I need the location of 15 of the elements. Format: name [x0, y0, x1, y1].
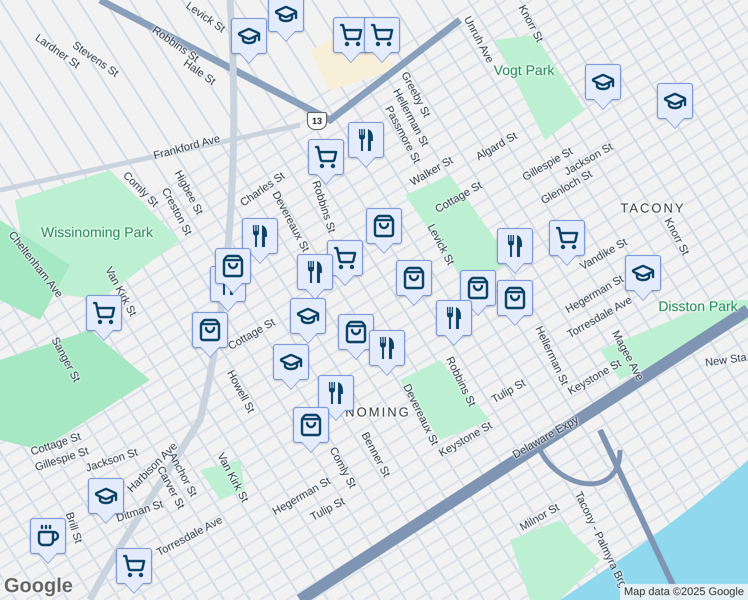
street-label: Knorr St: [516, 4, 544, 44]
street-label: Van Kirk St: [214, 451, 250, 505]
street-label: New Sta: [704, 352, 748, 370]
street-label: Unruh Ave: [461, 14, 495, 66]
park-label: Vogt Park: [494, 63, 554, 77]
district-label: TACONY: [620, 202, 686, 214]
street-label: Ditman St: [115, 499, 165, 525]
park-label: Disston Park: [658, 299, 738, 313]
street-label: Robbins St: [309, 180, 337, 234]
street-label: Tulip St: [490, 378, 528, 406]
route-shield: 13: [307, 112, 327, 130]
street-label: Van Kirk St: [102, 265, 138, 319]
street-label: Brill St: [62, 511, 84, 545]
street-label: Knorr St: [662, 216, 690, 258]
map-logo: Google: [4, 575, 73, 598]
